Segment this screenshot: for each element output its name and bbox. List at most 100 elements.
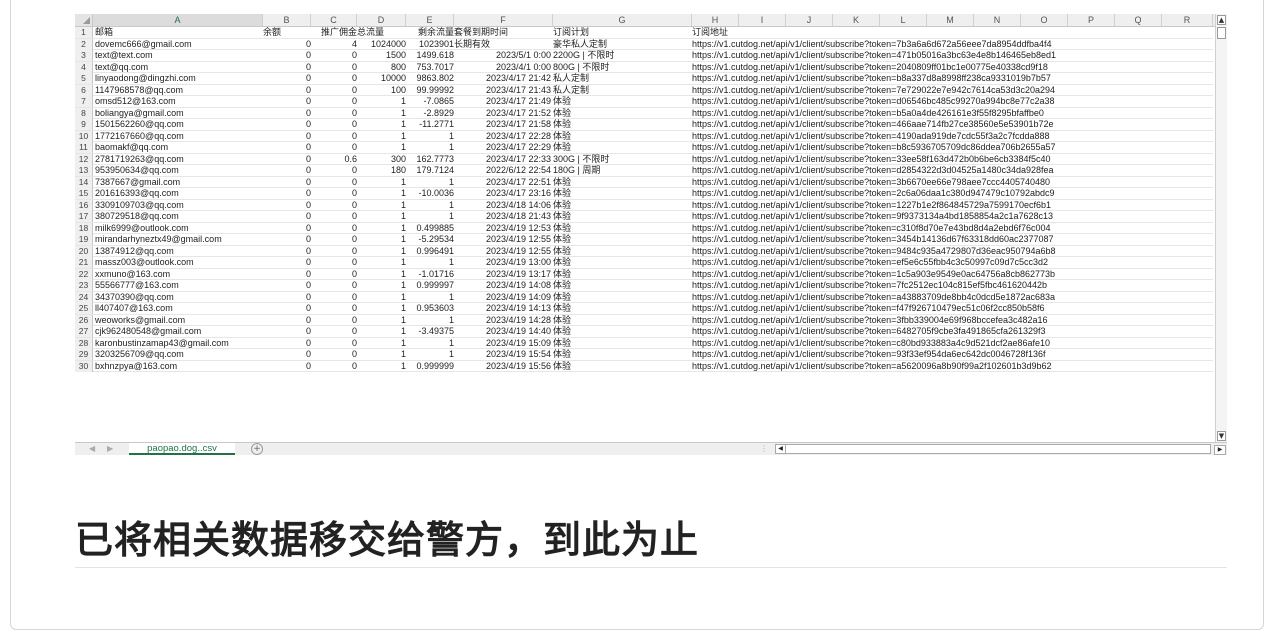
column-header-g[interactable]: G [553,14,692,26]
cell-balance[interactable]: 0 [263,119,311,130]
row-number[interactable]: 11 [75,142,93,153]
cell-commission[interactable]: 0 [311,315,357,326]
row-number[interactable]: 30 [75,360,93,372]
select-all-corner[interactable] [75,14,93,26]
cell-balance[interactable]: 0 [263,85,311,96]
cell-total[interactable]: 1 [357,131,406,142]
cell-total[interactable]: 1 [357,315,406,326]
cell-url[interactable]: https://v1.cutdog.net/api/v1/client/subs… [692,50,1213,61]
row-number[interactable]: 9 [75,119,93,130]
cell-plan[interactable]: 体验 [553,142,688,153]
cell-commission[interactable]: 0 [311,200,357,211]
cell-remaining[interactable]: 1 [406,315,454,326]
column-header-p[interactable]: P [1068,14,1115,26]
cell-expiry[interactable]: 2023/4/17 21:52 [454,108,551,119]
cell-commission[interactable]: 0 [311,303,357,314]
cell-url[interactable]: https://v1.cutdog.net/api/v1/client/subs… [692,223,1213,234]
cell-total[interactable]: 1 [357,349,406,360]
cell-url[interactable]: https://v1.cutdog.net/api/v1/client/subs… [692,234,1213,245]
cell-total[interactable]: 1 [357,246,406,257]
cell-plan[interactable]: 体验 [553,280,688,291]
cell-plan[interactable]: 体验 [553,303,688,314]
cell-url[interactable]: https://v1.cutdog.net/api/v1/client/subs… [692,108,1213,119]
cell-remaining[interactable]: -2.8929 [406,108,454,119]
cell-remaining[interactable]: 9863.802 [406,73,454,84]
prev-sheet-icon[interactable]: ◀ [89,444,95,453]
cell-email[interactable]: massz003@outlook.com [95,257,263,268]
cell-url[interactable]: https://v1.cutdog.net/api/v1/client/subs… [692,39,1213,50]
cell-expiry[interactable]: 2023/4/18 14:06 [454,200,551,211]
cell-balance[interactable]: 0 [263,246,311,257]
scroll-down-icon[interactable]: ▼ [1217,431,1226,441]
cell-email[interactable]: karonbustinzamap43@gmail.com [95,338,263,349]
cell-remaining[interactable]: -11.2771 [406,119,454,130]
cell-plan[interactable]: 体验 [553,361,688,372]
cell-balance[interactable]: 0 [263,223,311,234]
cell-commission[interactable]: 0 [311,257,357,268]
column-header-k[interactable]: K [833,14,880,26]
row-number[interactable]: 24 [75,291,93,303]
cell-total[interactable]: 1500 [357,50,406,61]
cell-remaining[interactable]: 1 [406,338,454,349]
cell-url[interactable]: https://v1.cutdog.net/api/v1/client/subs… [692,154,1213,165]
cell-plan[interactable]: 体验 [553,200,688,211]
cell-email[interactable]: 13874912@qq.com [95,246,263,257]
cell-commission[interactable]: 0 [311,108,357,119]
cell-remaining[interactable]: 0.953603 [406,303,454,314]
cell-expiry[interactable]: 2023/4/19 12:53 [454,223,551,234]
row-number[interactable]: 27 [75,326,93,337]
cell-total[interactable]: 1 [357,188,406,199]
row-number[interactable]: 10 [75,130,93,142]
cell-plan[interactable]: 体验 [553,119,688,130]
cell-email[interactable]: bxhnzpya@163.com [95,361,263,372]
cell-balance[interactable]: 0 [263,165,311,176]
cell-balance[interactable]: 0 [263,96,311,107]
cell-email[interactable]: weoworks@gmail.com [95,315,263,326]
cell-remaining[interactable]: 1 [406,200,454,211]
cell-plan[interactable]: 私人定制 [553,85,688,96]
cell-balance[interactable]: 0 [263,303,311,314]
column-header-l[interactable]: L [880,14,927,26]
horizontal-scrollbar[interactable]: ◀ ▶ [775,444,1226,455]
cell-total[interactable]: 1 [357,200,406,211]
cell-email[interactable]: dovemc666@gmail.com [95,39,263,50]
cell-remaining[interactable]: 0.499885 [406,223,454,234]
cell-balance[interactable]: 0 [263,39,311,50]
column-header-r[interactable]: R [1162,14,1213,26]
cell-expiry[interactable]: 2023/4/19 15:56 [454,361,551,372]
cell-balance[interactable]: 0 [263,292,311,303]
cell-expiry[interactable]: 2023/4/17 22:28 [454,131,551,142]
row-number[interactable]: 14 [75,176,93,188]
column-header-i[interactable]: I [739,14,786,26]
cell-commission[interactable]: 0 [311,177,357,188]
cell-url[interactable]: https://v1.cutdog.net/api/v1/client/subs… [692,85,1213,96]
cell-remaining[interactable]: 1 [406,142,454,153]
column-header-n[interactable]: N [974,14,1021,26]
cell-email[interactable]: xxmuno@163.com [95,269,263,280]
column-header-h[interactable]: H [692,14,739,26]
row-number[interactable]: 6 [75,84,93,96]
cell-commission[interactable]: 0 [311,85,357,96]
column-header-e[interactable]: E [406,14,454,26]
cell-plan[interactable]: 体验 [553,246,688,257]
scroll-thumb[interactable] [1217,27,1226,39]
cell-plan[interactable]: 体验 [553,349,688,360]
cell-url[interactable]: https://v1.cutdog.net/api/v1/client/subs… [692,280,1213,291]
cell-plan[interactable]: 800G | 不限时 [553,62,688,73]
cell-remaining[interactable]: 1 [406,211,454,222]
cell-balance[interactable]: 0 [263,361,311,372]
row-number[interactable]: 17 [75,211,93,222]
cell-total[interactable]: 1 [357,292,406,303]
row-number[interactable]: 29 [75,349,93,360]
splitter-handle-icon[interactable]: ⋮ [760,444,768,453]
cell-email[interactable]: text@qq.com [95,62,263,73]
cell-commission[interactable]: 0 [311,119,357,130]
header-url[interactable]: 订阅地址 [692,27,1213,38]
row-number[interactable]: 12 [75,153,93,165]
cell-remaining[interactable]: 0.996491 [406,246,454,257]
cell-url[interactable]: https://v1.cutdog.net/api/v1/client/subs… [692,188,1213,199]
cell-plan[interactable]: 体验 [553,269,688,280]
cell-url[interactable]: https://v1.cutdog.net/api/v1/client/subs… [692,73,1213,84]
cell-commission[interactable]: 0 [311,188,357,199]
cell-total[interactable]: 1 [357,269,406,280]
